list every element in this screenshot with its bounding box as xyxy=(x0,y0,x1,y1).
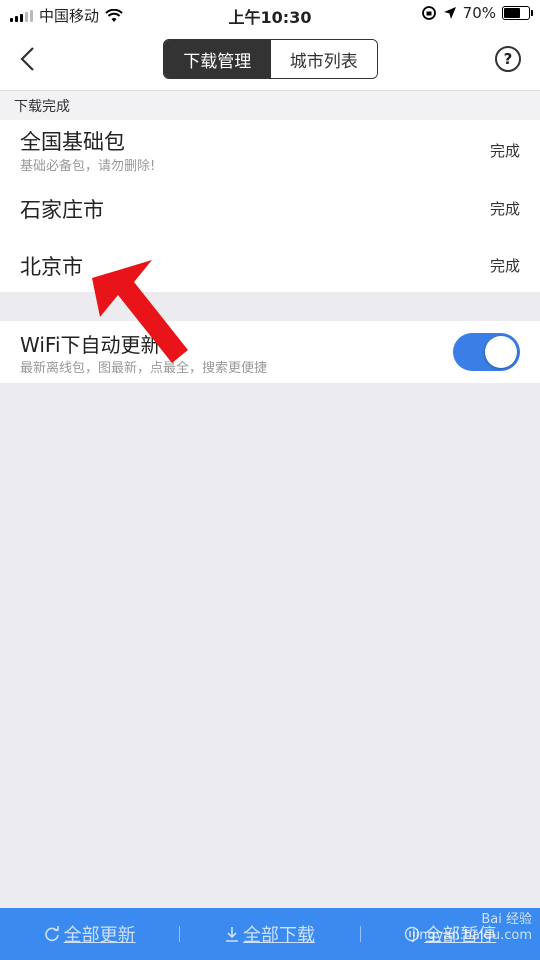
watermark-url: jingyan.baidu.com xyxy=(412,928,532,943)
list-item-shijiazhuang[interactable]: 石家庄市 完成 xyxy=(0,177,540,234)
list-item-beijing[interactable]: 北京市 完成 xyxy=(0,234,540,291)
status-bar: 中国移动 上午10:30 70% xyxy=(0,0,540,28)
tab-city-list[interactable]: 城市列表 xyxy=(270,40,377,78)
wifi-auto-update-toggle[interactable] xyxy=(453,333,520,371)
list-item-status: 完成 xyxy=(489,257,520,275)
list-item-name: 北京市 xyxy=(20,255,83,279)
section-title: 下载完成 xyxy=(14,99,70,115)
navigation-bar: 下载管理 城市列表 ? xyxy=(0,28,540,91)
segmented-control: 下载管理 城市列表 xyxy=(163,39,378,79)
section-header: 下载完成 xyxy=(0,91,540,120)
update-all-label: 全部更新 xyxy=(63,925,136,946)
list-item-status: 完成 xyxy=(489,200,520,218)
wifi-auto-update-subtitle: 最新离线包，图最新，点最全，搜索更便捷 xyxy=(20,361,268,376)
list-item-subtitle: 基础必备包，请勿删除! xyxy=(20,159,156,174)
help-icon[interactable]: ? xyxy=(495,46,521,72)
update-all-button[interactable]: 全部更新 xyxy=(0,921,179,947)
download-icon xyxy=(225,927,238,942)
list-item-name: 石家庄市 xyxy=(20,198,104,222)
download-all-button[interactable]: 全部下载 xyxy=(180,921,359,947)
wifi-auto-update-title: WiFi下自动更新 xyxy=(20,333,161,357)
back-arrow-icon[interactable] xyxy=(18,46,38,72)
rotation-lock-icon xyxy=(421,6,436,20)
toggle-knob xyxy=(485,336,517,368)
watermark-brand: Bai 经验 xyxy=(481,912,532,927)
download-all-label: 全部下载 xyxy=(242,925,315,946)
download-list: 全国基础包 基础必备包，请勿删除! 完成 石家庄市 完成 北京市 完成 xyxy=(0,120,540,292)
list-item-status: 完成 xyxy=(489,142,520,160)
list-item-name: 全国基础包 xyxy=(20,130,125,154)
battery-percentage: 70% xyxy=(462,4,496,22)
refresh-icon xyxy=(44,926,59,942)
section-gap xyxy=(0,292,540,321)
battery-icon xyxy=(502,6,533,20)
wifi-auto-update-row: WiFi下自动更新 最新离线包，图最新，点最全，搜索更便捷 xyxy=(0,321,540,383)
location-icon xyxy=(443,7,456,19)
list-item-national-base[interactable]: 全国基础包 基础必备包，请勿删除! 完成 xyxy=(0,120,540,177)
tab-download-management[interactable]: 下载管理 xyxy=(164,40,271,78)
baidu-jingyan-watermark: Bai 经验 jingyan.baidu.com xyxy=(412,912,532,944)
